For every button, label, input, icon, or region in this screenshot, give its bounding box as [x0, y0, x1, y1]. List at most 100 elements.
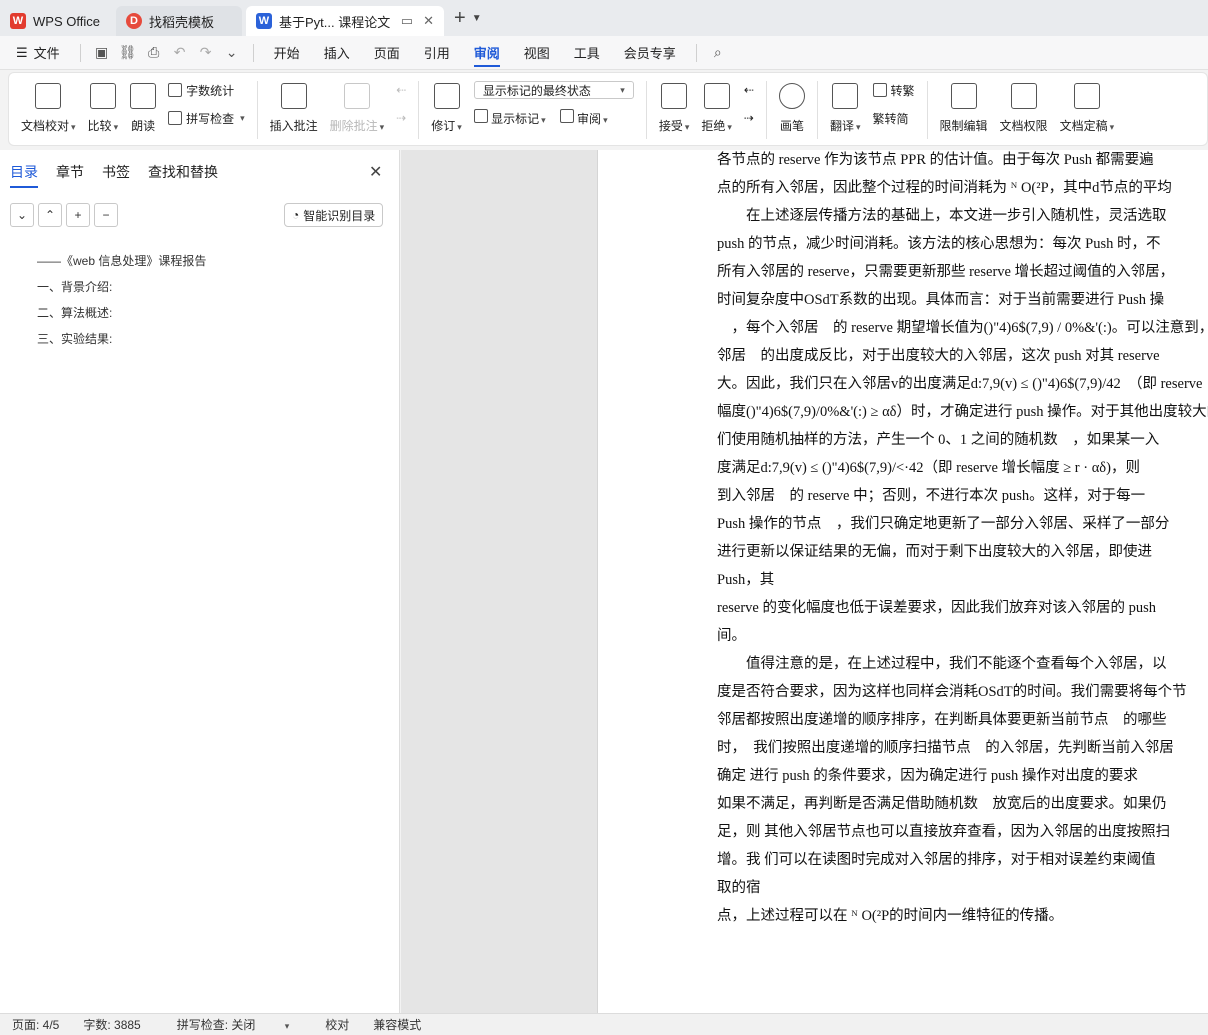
menu-item-review[interactable]: 审阅	[462, 36, 512, 70]
translate-label: 翻译	[829, 119, 854, 133]
document-line: 时间复杂度中OSdT系数的出现。具体而言：对于当前需要进行 Push 操	[717, 292, 1165, 308]
doc-check-button[interactable]: 文档校对 ▾	[9, 81, 82, 141]
redo-icon[interactable]: ↷	[193, 36, 219, 70]
next-comment-icon[interactable]: ⇢	[396, 109, 406, 127]
read-aloud-icon	[130, 83, 157, 109]
spell-check-button[interactable]: 拼写检查 ▾	[168, 109, 245, 127]
ribbon-divider	[645, 81, 647, 139]
toc-item[interactable]: ——《web 信息处理》课程报告	[37, 247, 206, 273]
word-count-status[interactable]: 字数: 3885	[71, 1016, 152, 1033]
to-simplified-label: 繁转简	[872, 111, 909, 126]
to-traditional-icon	[872, 83, 887, 97]
doc-check-icon	[35, 83, 62, 109]
menu-item-insert[interactable]: 插入	[312, 36, 362, 70]
remove-level-minus-icon[interactable]: −	[94, 203, 118, 227]
file-menu-label: 文件	[33, 46, 60, 61]
ribbon-divider	[926, 81, 928, 139]
expand-chevron-down-icon[interactable]: ⌄	[10, 203, 34, 227]
new-tab-plus-icon[interactable]: +	[454, 7, 466, 30]
word-doc-icon: W	[256, 13, 272, 29]
restrict-edit-button[interactable]: 限制编辑	[934, 81, 994, 141]
search-icon[interactable]: ⌕	[705, 36, 731, 70]
document-line: 进行更新以保证结果的无偏，而对于剩下出度较大的入邻居，即使进	[717, 544, 1152, 560]
menu-item-reference[interactable]: 引用	[412, 36, 462, 70]
word-count-label: 字数统计	[186, 83, 235, 98]
menu-item-member[interactable]: 会员专享	[612, 36, 688, 70]
ribbon-divider	[765, 81, 767, 139]
menu-item-page[interactable]: 页面	[362, 36, 412, 70]
quick-access-chevron-down-icon[interactable]: ⌄	[219, 36, 245, 70]
tab-bookmarks[interactable]: 书签	[102, 162, 130, 188]
file-menu[interactable]: ☰ 文件	[0, 36, 72, 70]
page-indicator[interactable]: 页面: 4/5	[0, 1016, 71, 1033]
tab-toc[interactable]: 目录	[10, 162, 38, 188]
toc-item[interactable]: 一、背景介绍:	[37, 273, 206, 299]
document-line: 所有入邻居的 reserve，只需要更新那些 reserve 增长超过阈值的入邻…	[717, 264, 1175, 280]
document-tab[interactable]: W 基于Pyt... 课程论文 ▭ ✕	[246, 6, 444, 36]
comment-nav-group: ⇠ ⇢	[390, 81, 412, 127]
to-traditional-button[interactable]: 转繁	[872, 81, 915, 99]
track-changes-button[interactable]: 修订 ▾	[425, 81, 468, 141]
tab-find-replace[interactable]: 查找和替换	[148, 162, 218, 188]
proofread-status[interactable]: 校对	[313, 1016, 361, 1033]
chevron-down-icon: ▾	[620, 84, 625, 95]
delete-comment-icon	[343, 83, 370, 109]
document-page[interactable]: 各节点的 reserve 作为该节点 PPR 的估计值。由于每次 Push 都需…	[597, 150, 1208, 1013]
link-icon[interactable]: ⛓	[115, 36, 141, 70]
translate-button[interactable]: 翻译 ▾	[824, 81, 867, 141]
delete-comment-button[interactable]: 删除批注 ▾	[324, 81, 391, 141]
menu-item-view[interactable]: 视图	[512, 36, 562, 70]
read-aloud-button[interactable]: 朗读	[124, 81, 162, 141]
show-markup-button[interactable]: 显示标记 ▾	[473, 109, 546, 127]
finalize-label: 文档定稿	[1059, 119, 1108, 133]
finalize-button[interactable]: 文档定稿 ▾	[1054, 81, 1121, 141]
spell-check-icon	[168, 111, 183, 125]
collapse-chevron-up-icon[interactable]: ⌃	[38, 203, 62, 227]
insert-comment-label: 插入批注	[269, 119, 318, 133]
smart-toc-button[interactable]: ◔ 智能识别目录	[284, 203, 384, 227]
document-line: push 的节点，减少时间消耗。该方法的核心思想为：每次 Push 时，不	[717, 236, 1161, 252]
toc-item[interactable]: 三、实验结果:	[37, 325, 206, 351]
chevron-down-icon: ▾	[284, 1021, 290, 1031]
compare-button[interactable]: 比较 ▾	[82, 81, 125, 141]
toc-item[interactable]: 二、算法概述:	[37, 299, 206, 325]
add-level-plus-icon[interactable]: +	[66, 203, 90, 227]
insert-comment-button[interactable]: 插入批注	[264, 81, 324, 141]
close-tab-icon[interactable]: ✕	[423, 13, 434, 29]
word-tools-group: 字数统计 拼写检查 ▾	[162, 81, 251, 127]
print-preview-icon[interactable]: ⎙	[141, 36, 167, 70]
menu-item-tools[interactable]: 工具	[562, 36, 612, 70]
template-tab-label: 找稻壳模板	[149, 14, 215, 30]
insert-comment-icon	[280, 83, 307, 109]
restrict-edit-label: 限制编辑	[939, 119, 988, 133]
previous-comment-icon[interactable]: ⇠	[396, 81, 406, 99]
save-icon[interactable]: ▣	[89, 36, 115, 70]
word-count-button[interactable]: 字数统计	[168, 81, 245, 99]
accept-button[interactable]: 接受 ▾	[653, 81, 696, 141]
document-line: reserve 的变化幅度也低于误差要求，因此我们放弃对该入邻居的 push	[717, 600, 1156, 616]
doc-permission-button[interactable]: 文档权限	[994, 81, 1054, 141]
tab-sections[interactable]: 章节	[56, 162, 84, 188]
menu-divider	[695, 43, 697, 62]
wps-office-tab[interactable]: W WPS Office	[0, 6, 112, 36]
screen-icon[interactable]: ▭	[401, 13, 413, 29]
document-line: 在上述逐层传播方法的基础上，本文进一步引入随机性，灵活选取	[717, 208, 1167, 224]
undo-icon[interactable]: ↶	[167, 36, 193, 70]
previous-change-icon[interactable]: ⇠	[744, 81, 754, 99]
reject-button[interactable]: 拒绝 ▾	[695, 81, 738, 141]
document-line: Push 操作的节点 ，我们只确定地更新了一部分入邻居、采样了一部分	[717, 516, 1170, 532]
to-simplified-button[interactable]: 繁转简	[873, 109, 915, 127]
ink-button[interactable]: 画笔	[773, 81, 811, 141]
toc-list: ——《web 信息处理》课程报告 一、背景介绍: 二、算法概述: 三、实验结果:	[37, 247, 206, 351]
display-mode-select[interactable]: 显示标记的最终状态 ▾	[473, 81, 634, 99]
menu-item-start[interactable]: 开始	[262, 36, 312, 70]
close-pane-icon[interactable]: ✕	[369, 162, 382, 182]
reviewing-pane-button[interactable]: 审阅 ▾	[559, 109, 608, 127]
compare-icon	[89, 83, 116, 109]
spell-check-status[interactable]: 拼写检查: 关闭 ▾	[153, 1016, 314, 1033]
compat-mode-status: 兼容模式	[373, 1018, 422, 1032]
tab-list-chevron-down-icon[interactable]: ▼	[472, 13, 482, 24]
template-tab[interactable]: D 找稻壳模板	[116, 6, 242, 36]
next-change-icon[interactable]: ⇢	[744, 109, 754, 127]
document-line: 如果不满足，再判断是否满足借助随机数 放宽后的出度要求。如果仍	[717, 796, 1167, 812]
